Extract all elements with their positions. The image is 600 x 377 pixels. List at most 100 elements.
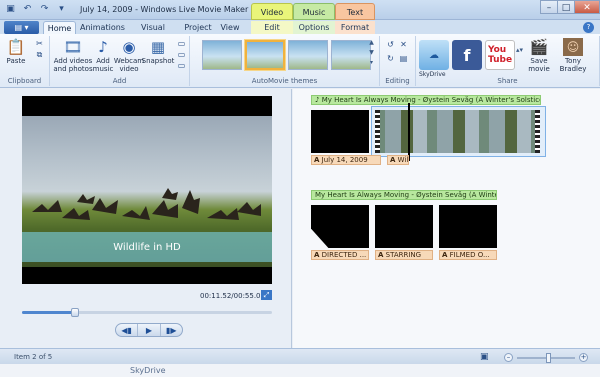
status-bar: Item 2 of 5 ▣ – + xyxy=(0,348,600,364)
add-videos-button[interactable]: 🎞 Add videos and photos xyxy=(53,38,93,74)
scroll-up-icon[interactable]: ▲ xyxy=(367,38,376,48)
tab-options[interactable]: Options xyxy=(293,21,335,34)
play-button[interactable]: ▶ xyxy=(138,324,161,336)
clip-credits-1[interactable] xyxy=(311,205,369,248)
timecode-display: 00:11.52/00:55.09 xyxy=(200,292,265,300)
theme-thumbnail-2[interactable] xyxy=(245,40,285,70)
redo-icon[interactable]: ↷ xyxy=(38,3,51,16)
seek-thumb[interactable] xyxy=(70,308,79,317)
zoom-slider-thumb[interactable] xyxy=(545,352,551,363)
select-all-icon[interactable]: ▤ xyxy=(398,54,409,63)
undo-icon[interactable]: ↶ xyxy=(21,3,34,16)
video-frame: Wildlife in HD xyxy=(22,116,272,267)
next-frame-button[interactable]: ▮▶ xyxy=(161,324,182,336)
previous-frame-button[interactable]: ◀▮ xyxy=(116,324,139,336)
seek-bar[interactable] xyxy=(22,308,272,317)
clip-credits-2[interactable] xyxy=(375,205,433,248)
snapshot-label: Snapshot xyxy=(141,57,175,65)
tab-edit[interactable]: Edit xyxy=(251,21,293,34)
help-icon[interactable]: ? xyxy=(583,22,594,33)
save-icon[interactable]: ▣ xyxy=(4,3,17,16)
quick-access-toolbar: ▣ ↶ ↷ ▾ xyxy=(4,3,68,16)
rotate-left-icon[interactable]: ↺ xyxy=(385,40,396,49)
group-add: 🎞 Add videos and photos ♪ Add music ◉ We… xyxy=(50,36,190,86)
user-account-button[interactable]: ☺ Tony Bradley xyxy=(556,38,590,73)
text-caption-2[interactable]: A Wildlife xyxy=(387,155,409,165)
close-button[interactable]: ✕ xyxy=(574,0,600,14)
clip-credits-3[interactable] xyxy=(439,205,497,248)
ribbon-tabs: ▤ ▾ Home Animations Visual Effects Proje… xyxy=(0,20,600,45)
maximize-button[interactable]: □ xyxy=(557,0,575,14)
ribbon: 📋 Paste ✂ ⧉ Clipboard 🎞 Add videos and p… xyxy=(0,34,600,88)
theme-thumbnail-4[interactable] xyxy=(331,40,371,70)
text-credit-1[interactable]: A DIRECTED ... xyxy=(311,250,369,260)
youtube-icon[interactable]: You Tube xyxy=(485,40,515,70)
paste-button[interactable]: 📋 Paste xyxy=(5,38,27,66)
snapshot-button[interactable]: ▦ Snapshot xyxy=(142,38,175,66)
add-credits-icon[interactable]: ▭ xyxy=(176,61,187,70)
group-clipboard: 📋 Paste ✂ ⧉ Clipboard xyxy=(0,36,50,86)
themes-scroll[interactable]: ▲ ▼ ▾ xyxy=(367,38,376,68)
save-movie-label: Save movie xyxy=(528,57,550,73)
clip-title-1[interactable] xyxy=(311,110,369,153)
add-title-icon[interactable]: ▭ xyxy=(176,39,187,48)
group-label-themes: AutoMovie themes xyxy=(251,77,318,85)
music-track-2[interactable]: My Heart Is Always Moving - Øystein Sevå… xyxy=(311,190,497,200)
text-caption-2-label: Wildlife xyxy=(397,156,409,164)
save-movie-button[interactable]: 🎬 Save movie xyxy=(526,38,552,74)
tab-view[interactable]: View xyxy=(219,21,241,34)
fullscreen-icon[interactable]: ⤢ xyxy=(261,290,272,300)
text-credit-2[interactable]: A STARRING xyxy=(375,250,433,260)
cut-icon[interactable]: ✂ xyxy=(34,39,45,48)
tab-animations[interactable]: Animations xyxy=(80,21,125,34)
theme-thumbnail-1[interactable] xyxy=(202,40,242,70)
playhead[interactable] xyxy=(408,103,410,161)
zoom-control: – + xyxy=(504,352,588,363)
share-more-icon[interactable]: ▴▾ xyxy=(516,46,523,54)
remove-icon[interactable]: ✕ xyxy=(398,40,409,49)
more-icon[interactable]: ▾ xyxy=(367,58,376,68)
scroll-down-icon[interactable]: ▼ xyxy=(367,48,376,58)
customize-dropdown-icon[interactable]: ▾ xyxy=(55,3,68,16)
zoom-slider[interactable] xyxy=(517,352,575,363)
caption-text: Wildlife in HD xyxy=(113,241,181,253)
group-label-editing: Editing xyxy=(385,77,410,85)
user-name-label: Tony Bradley xyxy=(559,57,587,73)
tab-visual-effects[interactable]: Visual Effects xyxy=(127,21,179,45)
add-videos-label: Add videos and photos xyxy=(53,57,93,73)
zoom-in-button[interactable]: + xyxy=(579,353,588,362)
context-text-tools: Text Tools xyxy=(335,3,375,34)
zoom-out-button[interactable]: – xyxy=(504,353,513,362)
add-music-button[interactable]: ♪ Add music xyxy=(92,38,114,74)
group-label-share: Share xyxy=(497,77,518,85)
tab-project[interactable]: Project xyxy=(183,21,213,34)
background-text: SkyDrive xyxy=(130,366,166,375)
tab-home[interactable]: Home xyxy=(43,21,76,34)
rotate-right-icon[interactable]: ↻ xyxy=(385,54,396,63)
text-credit-2-label: STARRING xyxy=(385,251,422,259)
skydrive-icon[interactable]: ☁ xyxy=(419,40,449,70)
text-caption-1[interactable]: A July 14, 2009 xyxy=(311,155,381,165)
text-a-icon: A xyxy=(378,251,384,259)
facebook-icon[interactable]: f xyxy=(452,40,482,70)
item-counter: Item 2 of 5 xyxy=(14,353,53,361)
storyboard-view-icon[interactable]: ▣ xyxy=(480,352,489,362)
tab-format[interactable]: Format xyxy=(335,21,375,34)
preview-monitor[interactable]: Wildlife in HD xyxy=(22,96,272,284)
music-track-2-label: My Heart Is Always Moving - Øystein Sevå… xyxy=(315,191,497,199)
music-track-1-label: My Heart Is Always Moving - Øystein Sevå… xyxy=(321,96,540,104)
add-caption-icon[interactable]: ▭ xyxy=(176,50,187,59)
text-credit-3[interactable]: A FILMED O... xyxy=(439,250,497,260)
avatar-icon: ☺ xyxy=(563,38,583,56)
group-label-clipboard: Clipboard xyxy=(7,77,42,85)
copy-icon[interactable]: ⧉ xyxy=(34,50,45,59)
webcam-button[interactable]: ◉ Webcam video xyxy=(114,38,144,74)
app-menu-button[interactable]: ▤ ▾ xyxy=(4,21,39,34)
add-music-label: Add music xyxy=(92,57,114,73)
minimize-button[interactable]: – xyxy=(540,0,558,14)
theme-thumbnail-3[interactable] xyxy=(288,40,328,70)
window-title: July 14, 2009 - Windows Live Movie Maker xyxy=(80,5,249,14)
paste-icon: 📋 xyxy=(6,38,26,56)
clip-video-wildlife[interactable] xyxy=(375,110,540,153)
music-track-1[interactable]: ♪ My Heart Is Always Moving - Øystein Se… xyxy=(311,95,541,105)
